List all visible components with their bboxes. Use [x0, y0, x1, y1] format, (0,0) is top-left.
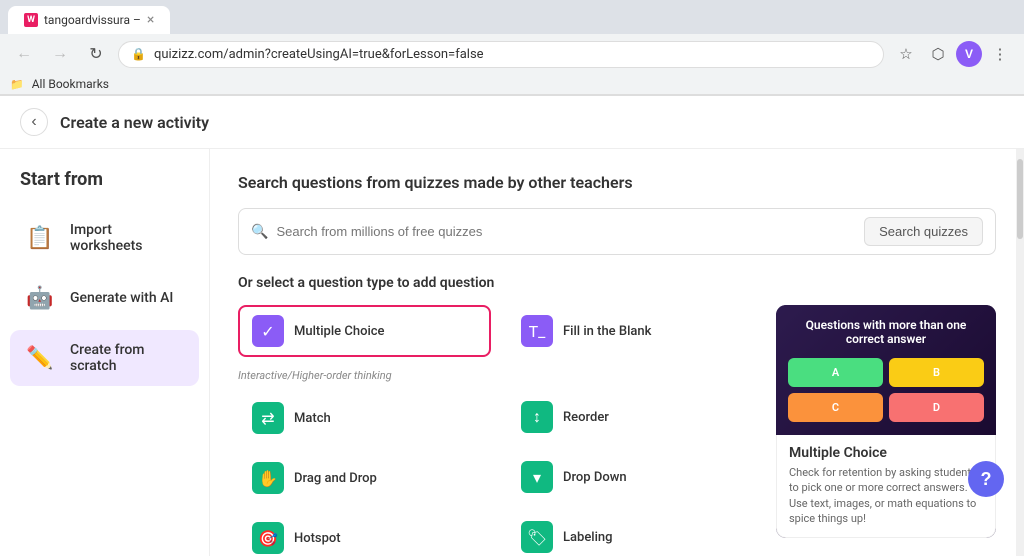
app-back-btn[interactable]: ‹	[20, 108, 48, 136]
bookmarks-icon: 📁	[10, 78, 24, 91]
app-header: ‹ Create a new activity	[0, 96, 1024, 149]
reload-btn[interactable]: ↻	[82, 40, 110, 68]
sidebar-item-import[interactable]: 📋 Import worksheets	[10, 210, 199, 266]
sidebar-ai-label: Generate with AI	[70, 290, 173, 306]
search-bar: 🔍 Search quizzes	[238, 208, 996, 255]
preview-desc: Check for retention by asking students t…	[789, 465, 983, 527]
preview-card: Questions with more than one correct ans…	[776, 305, 996, 538]
bookmarks-bar: 📁 All Bookmarks	[0, 74, 1024, 95]
interactive-section-label: Interactive/Higher-order thinking	[238, 369, 491, 382]
question-types-container: ✓ Multiple Choice Interactive/Higher-ord…	[238, 305, 996, 556]
qt-drop-down[interactable]: ▾ Drop Down	[507, 451, 760, 503]
match-icon: ⇄	[252, 402, 284, 434]
content-area: Search questions from quizzes made by ot…	[210, 149, 1024, 556]
profile-btn[interactable]: V	[956, 41, 982, 67]
sidebar-import-label: Import worksheets	[70, 222, 187, 254]
page-title: Create a new activity	[60, 113, 209, 132]
match-label: Match	[294, 411, 331, 426]
right-question-types: T_ Fill in the Blank ↕ Reorder ▾ Drop Do…	[507, 305, 760, 556]
multiple-choice-icon: ✓	[252, 315, 284, 347]
preview-content: Questions with more than one correct ans…	[788, 318, 984, 422]
browser-tabs: W tangoardvissura – ×	[0, 0, 1024, 34]
sidebar: Start from 📋 Import worksheets 🤖 Generat…	[0, 149, 210, 556]
sidebar-scratch-label: Create from scratch	[70, 342, 187, 374]
search-icon: 🔍	[251, 224, 268, 240]
preview-panel: Questions with more than one correct ans…	[776, 305, 996, 556]
address-bar[interactable]: 🔒 quizizz.com/admin?createUsingAI=true&f…	[118, 41, 884, 68]
menu-btn[interactable]: ⋮	[986, 40, 1014, 68]
qt-fill-blank[interactable]: T_ Fill in the Blank	[507, 305, 760, 357]
preview-options: A B C D	[788, 358, 984, 422]
search-quizzes-btn[interactable]: Search quizzes	[864, 217, 983, 246]
star-btn[interactable]: ☆	[892, 40, 920, 68]
fill-blank-icon: T_	[521, 315, 553, 347]
extensions-btn[interactable]: ⬡	[924, 40, 952, 68]
sidebar-item-scratch[interactable]: ✏️ Create from scratch	[10, 330, 199, 386]
preview-info: Multiple Choice Check for retention by a…	[776, 435, 996, 538]
tab-favicon: W	[24, 13, 38, 27]
back-btn[interactable]: ←	[10, 40, 38, 68]
browser-toolbar: ← → ↻ 🔒 quizizz.com/admin?createUsingAI=…	[0, 34, 1024, 74]
tab-label: tangoardvissura –	[44, 13, 141, 27]
main-layout: Start from 📋 Import worksheets 🤖 Generat…	[0, 149, 1024, 556]
lock-icon: 🔒	[131, 47, 146, 61]
labeling-label: Labeling	[563, 530, 613, 545]
hotspot-label: Hotspot	[294, 531, 341, 546]
fill-blank-label: Fill in the Blank	[563, 324, 651, 339]
hotspot-icon: 🎯	[252, 522, 284, 554]
search-input[interactable]	[276, 224, 856, 239]
preview-option-c: C	[788, 393, 883, 422]
content-title: Search questions from quizzes made by ot…	[238, 173, 996, 192]
tab-close-btn[interactable]: ×	[147, 12, 154, 28]
qt-drag-drop[interactable]: ✋ Drag and Drop	[238, 452, 491, 504]
scrollbar-thumb[interactable]	[1017, 159, 1023, 239]
preview-question-text: Questions with more than one correct ans…	[788, 318, 984, 346]
bookmarks-label: All Bookmarks	[32, 77, 109, 91]
multiple-choice-label: Multiple Choice	[294, 324, 385, 339]
qt-labeling[interactable]: 🏷 Labeling	[507, 511, 760, 556]
preview-image: Questions with more than one correct ans…	[776, 305, 996, 435]
qt-hotspot[interactable]: 🎯 Hotspot	[238, 512, 491, 556]
qt-match[interactable]: ⇄ Match	[238, 392, 491, 444]
reorder-icon: ↕	[521, 401, 553, 433]
preview-option-a: A	[788, 358, 883, 387]
spacer-1	[507, 365, 760, 383]
import-icon: 📋	[22, 220, 58, 256]
toolbar-icons: ☆ ⬡ V ⋮	[892, 40, 1014, 68]
drag-drop-label: Drag and Drop	[294, 471, 377, 486]
preview-title: Multiple Choice	[789, 445, 983, 461]
labeling-icon: 🏷	[521, 521, 553, 553]
forward-btn[interactable]: →	[46, 40, 74, 68]
qt-reorder[interactable]: ↕ Reorder	[507, 391, 760, 443]
sidebar-item-ai[interactable]: 🤖 Generate with AI	[10, 270, 199, 326]
qt-multiple-choice[interactable]: ✓ Multiple Choice	[238, 305, 491, 357]
url-text: quizizz.com/admin?createUsingAI=true&for…	[154, 47, 871, 62]
help-btn[interactable]: ?	[968, 461, 1004, 497]
scratch-icon: ✏️	[22, 340, 58, 376]
scrollbar-track[interactable]	[1016, 149, 1024, 556]
drop-down-icon: ▾	[521, 461, 553, 493]
drag-drop-icon: ✋	[252, 462, 284, 494]
preview-option-d: D	[889, 393, 984, 422]
ai-icon: 🤖	[22, 280, 58, 316]
browser-chrome: W tangoardvissura – × ← → ↻ 🔒 quizizz.co…	[0, 0, 1024, 96]
select-question-type-label: Or select a question type to add questio…	[238, 275, 996, 291]
preview-option-b: B	[889, 358, 984, 387]
drop-down-label: Drop Down	[563, 470, 627, 485]
left-question-types: ✓ Multiple Choice Interactive/Higher-ord…	[238, 305, 491, 556]
sidebar-title: Start from	[10, 169, 199, 206]
reorder-label: Reorder	[563, 410, 609, 425]
active-tab[interactable]: W tangoardvissura – ×	[8, 6, 170, 34]
